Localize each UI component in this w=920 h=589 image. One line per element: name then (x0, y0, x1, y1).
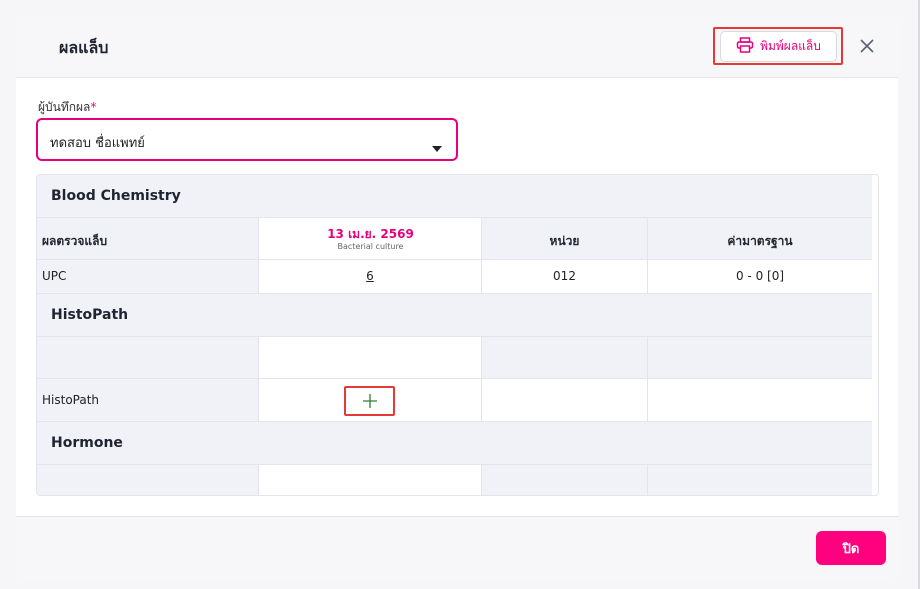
row-reference-cell: 0 - 0 [0] (648, 260, 872, 293)
add-result-button[interactable] (344, 386, 395, 416)
print-lab-button[interactable]: พิมพ์ผลแล็บ (720, 31, 837, 62)
row-unit: 012 (553, 269, 576, 283)
recorder-select-value: ทดสอบ ชื่อแพทย์ (50, 136, 145, 151)
close-button[interactable]: ปิด (816, 531, 886, 565)
section-title: Blood Chemistry (51, 188, 181, 204)
section-header-hormone: Hormone (37, 422, 872, 465)
print-lab-label: พิมพ์ผลแล็บ (760, 39, 821, 53)
lab-results-table: Blood Chemistry ผลตรวจแล็บ 13 เม.ย. 2569… (36, 174, 879, 496)
row-value-cell (259, 379, 482, 421)
modal-header: ผลแล็บ พิมพ์ผลแล็บ (16, 16, 898, 78)
header-cell-reference: ค่ามาตรฐาน (648, 218, 872, 259)
section-header-histopath: HistoPath (37, 294, 872, 337)
modal-title: ผลแล็บ (59, 38, 109, 57)
section-title: HistoPath (51, 307, 129, 323)
recorder-select[interactable]: ทดสอบ ชื่อแพทย์ (36, 118, 458, 161)
plus-icon (362, 394, 377, 408)
required-mark: * (90, 100, 97, 114)
printer-icon (736, 37, 754, 56)
table-row: HistoPath (37, 379, 872, 422)
row-unit-cell: 012 (482, 260, 648, 293)
close-icon[interactable] (857, 36, 877, 56)
section-title: Hormone (51, 435, 123, 451)
table-header-row: ผลตรวจแล็บ 13 เม.ย. 2569 Bacterial cultu… (37, 218, 872, 260)
row-name-cell: HistoPath (37, 379, 259, 421)
modal-footer: ปิด (16, 516, 898, 578)
section-header-blood-chemistry: Blood Chemistry (37, 175, 872, 218)
row-reference: 0 - 0 [0] (735, 269, 785, 283)
recorder-label: ผู้บันทึกผล* (38, 100, 97, 114)
table-header-row-empty (37, 337, 872, 379)
lab-result-modal: ผลแล็บ พิมพ์ผลแล็บ ผู้บันทึกผล* ทดสอบ ชื… (16, 16, 898, 578)
row-name: UPC (42, 269, 67, 283)
row-name-cell: UPC (37, 260, 259, 293)
header-cell-test: ผลตรวจแล็บ (37, 218, 259, 259)
row-value-cell: 6 (259, 260, 482, 293)
result-date-subtitle: Bacterial culture (337, 242, 404, 251)
row-value-link[interactable]: 6 (259, 269, 481, 283)
header-cell-unit: หน่วย (482, 218, 648, 259)
table-row: UPC 6 012 0 - 0 [0] (37, 260, 872, 294)
table-header-row-partial (37, 465, 872, 495)
header-cell-date[interactable]: 13 เม.ย. 2569 Bacterial culture (259, 218, 482, 259)
row-name: HistoPath (42, 393, 100, 407)
caret-down-icon (432, 137, 442, 156)
